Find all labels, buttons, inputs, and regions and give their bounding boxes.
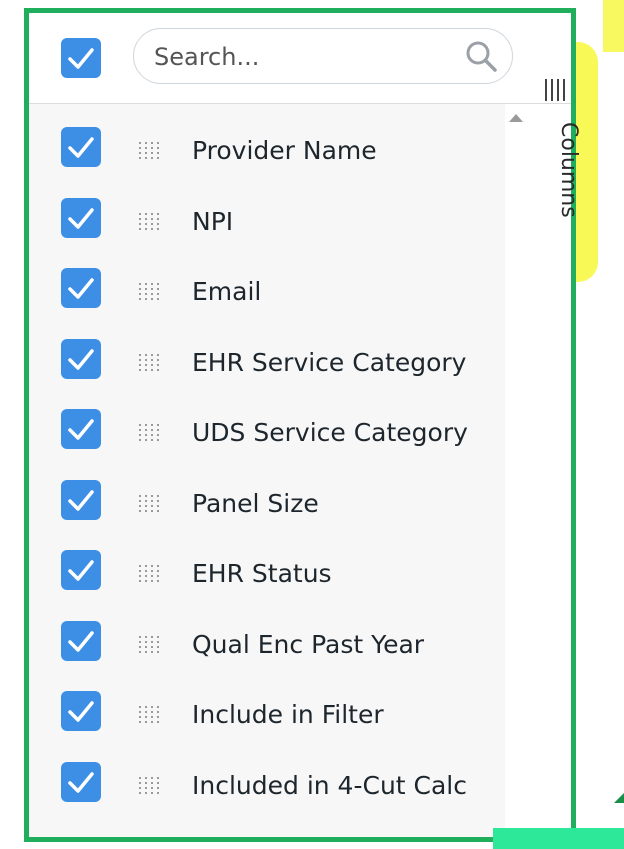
column-row[interactable]: Email xyxy=(29,257,505,327)
checkmark-icon xyxy=(68,630,94,652)
column-row[interactable]: Provider Name xyxy=(29,116,505,186)
drag-handle-icon[interactable] xyxy=(137,563,165,585)
column-checkbox[interactable] xyxy=(61,479,101,520)
column-label: NPI xyxy=(192,206,234,236)
column-label: UDS Service Category xyxy=(192,418,468,447)
drag-handle-icon[interactable] xyxy=(137,352,165,374)
column-checkbox[interactable] xyxy=(61,338,101,379)
select-all-checkbox[interactable] xyxy=(61,38,101,78)
column-checkbox[interactable] xyxy=(61,197,101,238)
column-checkbox[interactable] xyxy=(61,620,101,661)
column-checkbox[interactable] xyxy=(61,761,101,802)
column-label: Include in Filter xyxy=(192,700,384,729)
drag-handle-icon[interactable] xyxy=(137,775,165,797)
resize-corner-icon xyxy=(614,793,624,803)
column-checkbox[interactable] xyxy=(61,409,101,449)
column-row[interactable]: EHR Status xyxy=(29,539,505,609)
column-list: Provider Name NPI Email EHR Service Categor… xyxy=(29,104,505,837)
scroll-up-arrow-icon[interactable] xyxy=(509,114,523,122)
column-row[interactable]: Panel Size xyxy=(29,469,505,539)
checkmark-icon xyxy=(68,48,94,69)
column-row[interactable]: Include in Filter xyxy=(29,680,505,750)
checkmark-icon xyxy=(68,489,94,511)
column-label: Provider Name xyxy=(192,136,377,165)
column-checkbox[interactable] xyxy=(61,691,101,731)
columns-tab-label: Columns xyxy=(556,122,581,218)
drag-handle-icon[interactable] xyxy=(137,281,165,303)
checkmark-icon xyxy=(68,207,94,229)
highlight-mark xyxy=(603,0,624,52)
search-box[interactable] xyxy=(133,28,513,84)
column-row[interactable]: UDS Service Category xyxy=(29,398,505,468)
scrollbar[interactable] xyxy=(505,104,527,837)
column-label: EHR Status xyxy=(192,559,332,588)
column-label: Included in 4-Cut Calc xyxy=(192,770,467,800)
checkmark-icon xyxy=(68,701,94,722)
column-label: Qual Enc Past Year xyxy=(192,629,425,659)
columns-panel-header xyxy=(29,13,571,104)
column-row[interactable]: Included in 4-Cut Calc xyxy=(29,751,505,821)
checkmark-icon xyxy=(68,278,94,299)
column-row[interactable]: EHR Service Category xyxy=(29,328,505,398)
column-checkbox[interactable] xyxy=(61,127,101,167)
drag-handle-icon[interactable] xyxy=(137,704,165,726)
drag-handle-icon[interactable] xyxy=(137,493,165,515)
column-label: Email xyxy=(192,277,262,306)
columns-panel: Provider Name NPI Email EHR Service Categor… xyxy=(24,8,576,842)
column-label: EHR Service Category xyxy=(192,347,467,377)
drag-handle-icon[interactable] xyxy=(137,422,165,444)
columns-side-tab[interactable]: Columns xyxy=(531,58,581,278)
column-label: Panel Size xyxy=(192,488,319,518)
drag-handle-icon[interactable] xyxy=(137,634,165,656)
checkmark-icon xyxy=(68,137,94,158)
columns-icon xyxy=(545,79,565,101)
drag-handle-icon[interactable] xyxy=(137,140,165,162)
column-checkbox[interactable] xyxy=(61,268,101,308)
search-icon[interactable] xyxy=(464,39,498,73)
drag-handle-icon[interactable] xyxy=(137,211,165,233)
checkmark-icon xyxy=(68,348,94,370)
column-row[interactable]: NPI xyxy=(29,187,505,257)
checkmark-icon xyxy=(68,560,94,581)
search-input[interactable] xyxy=(152,35,446,79)
checkmark-icon xyxy=(68,419,94,440)
checkmark-icon xyxy=(68,771,94,793)
column-row[interactable]: Qual Enc Past Year xyxy=(29,610,505,680)
column-checkbox[interactable] xyxy=(61,550,101,590)
highlight-mark xyxy=(493,828,624,849)
